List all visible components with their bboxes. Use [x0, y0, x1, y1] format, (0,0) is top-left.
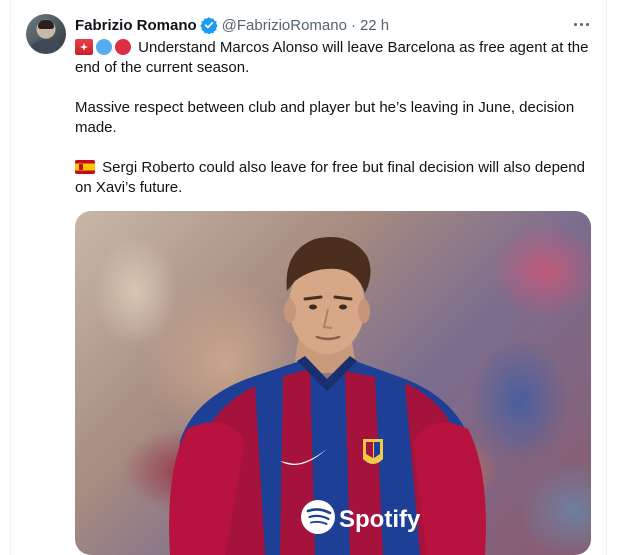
- siren-emoji-icon: [75, 39, 93, 55]
- tweet-paragraph: Understand Marcos Alonso will leave Barc…: [75, 38, 595, 78]
- header-separator: ·: [350, 16, 356, 34]
- paragraph-text: Massive respect between club and player …: [75, 99, 575, 136]
- more-dot: [585, 22, 589, 26]
- tweet-paragraph: Sergi Roberto could also leave for free …: [75, 158, 595, 198]
- tweet-text: Understand Marcos Alonso will leave Barc…: [75, 38, 595, 218]
- avatar-hair: [38, 20, 54, 29]
- author-avatar[interactable]: [26, 14, 66, 54]
- player-illustration: Spotify: [169, 237, 486, 555]
- spain-flag-emoji-icon: [75, 160, 95, 174]
- more-dot: [579, 22, 583, 26]
- author-handle[interactable]: @FabrizioRomano: [222, 17, 347, 34]
- tweet-header: Fabrizio Romano @FabrizioRomano · 22 h: [75, 15, 389, 35]
- tweet-time[interactable]: 22 h: [360, 17, 389, 34]
- more-dot: [573, 22, 577, 26]
- more-options-icon[interactable]: [568, 14, 594, 34]
- verified-badge-icon: [199, 16, 218, 35]
- tweet-paragraph: Massive respect between club and player …: [75, 98, 595, 138]
- blue-circle-emoji-icon: [96, 39, 112, 55]
- sponsor-text: Spotify: [339, 506, 421, 533]
- author-name[interactable]: Fabrizio Romano: [75, 17, 197, 34]
- paragraph-text: Sergi Roberto could also leave for free …: [75, 159, 585, 196]
- paragraph-text: Understand Marcos Alonso will leave Barc…: [75, 39, 589, 76]
- tweet-photo[interactable]: Spotify: [75, 211, 591, 555]
- red-circle-emoji-icon: [115, 39, 131, 55]
